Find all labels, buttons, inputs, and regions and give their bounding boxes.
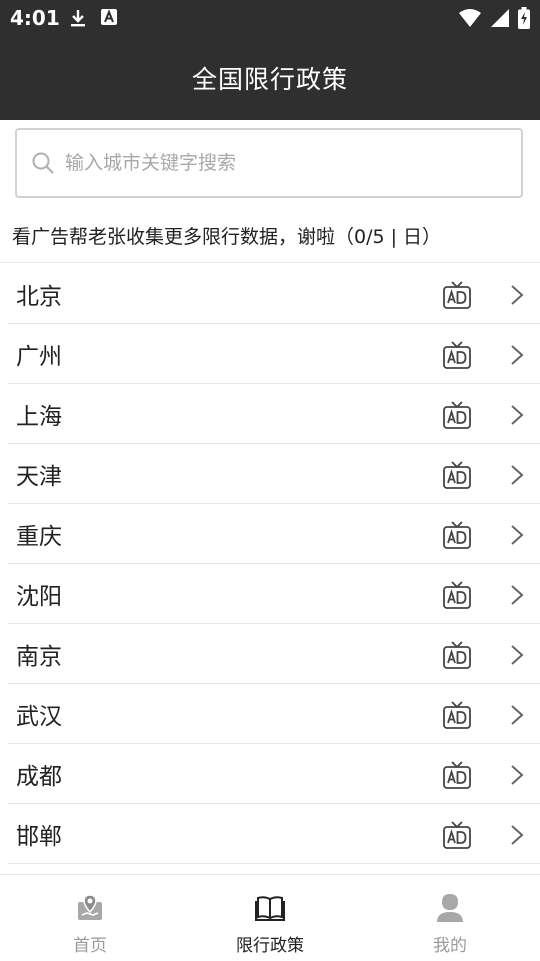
ad-tv-icon[interactable]: [442, 280, 472, 310]
city-name: 重庆: [16, 523, 62, 550]
city-name: 广州: [16, 343, 62, 370]
city-row[interactable]: 重庆: [8, 504, 540, 564]
chevron-right-icon: [511, 525, 524, 545]
a-notification-icon: [101, 9, 117, 25]
city-row[interactable]: 广州: [8, 324, 540, 384]
city-name: 成都: [16, 763, 62, 790]
city-row[interactable]: 北京: [8, 264, 540, 324]
chevron-right-icon: [511, 645, 524, 665]
ad-tv-icon[interactable]: [442, 640, 472, 670]
battery-icon: [518, 7, 530, 29]
chevron-right-icon: [511, 465, 524, 485]
nav-policy[interactable]: 限行政策: [180, 875, 360, 961]
ad-tv-icon[interactable]: [442, 760, 472, 790]
city-row[interactable]: 上海: [8, 384, 540, 444]
status-time: 4:01: [10, 6, 60, 30]
search-box[interactable]: [15, 128, 523, 198]
city-row[interactable]: 邯郸: [8, 804, 540, 864]
city-name: 武汉: [16, 703, 62, 730]
city-row[interactable]: 沈阳: [8, 564, 540, 624]
chevron-right-icon: [511, 345, 524, 365]
page-title: 全国限行政策: [191, 65, 348, 94]
city-list: 北京 广州 上海 天津 重庆 沈阳 南京 武汉 成都 邯郸: [0, 264, 540, 864]
user-icon: [437, 894, 463, 922]
chevron-right-icon: [511, 285, 524, 305]
search-icon: [32, 152, 54, 174]
bottom-nav: 首页 限行政策 我的: [0, 874, 540, 961]
city-name: 北京: [16, 283, 62, 310]
status-bar: 4:01: [0, 0, 540, 36]
nav-me[interactable]: 我的: [360, 875, 540, 961]
nav-label-me: 我的: [433, 936, 467, 956]
home-icon: [78, 894, 102, 920]
chevron-right-icon: [511, 585, 524, 605]
wifi-icon: [459, 9, 481, 27]
chevron-right-icon: [511, 405, 524, 425]
chevron-right-icon: [511, 705, 524, 725]
ad-tv-icon[interactable]: [442, 400, 472, 430]
city-name: 邯郸: [16, 823, 62, 850]
ad-tv-icon[interactable]: [442, 460, 472, 490]
chevron-right-icon: [511, 825, 524, 845]
ad-notice[interactable]: 看广告帮老张收集更多限行数据，谢啦（0/5 | 日）: [12, 222, 441, 249]
city-name: 天津: [16, 463, 62, 490]
city-row[interactable]: 天津: [8, 444, 540, 504]
signal-icon: [491, 9, 509, 27]
city-row[interactable]: 南京: [8, 624, 540, 684]
search-input[interactable]: [63, 151, 487, 175]
book-icon: [255, 896, 285, 921]
divider: [0, 262, 540, 263]
ad-tv-icon[interactable]: [442, 820, 472, 850]
nav-label-policy: 限行政策: [236, 936, 304, 956]
city-row[interactable]: 武汉: [8, 684, 540, 744]
ad-tv-icon[interactable]: [442, 340, 472, 370]
download-icon: [71, 10, 85, 27]
city-row[interactable]: 成都: [8, 744, 540, 804]
city-name: 沈阳: [16, 583, 62, 610]
city-name: 上海: [16, 403, 62, 430]
ad-tv-icon[interactable]: [442, 700, 472, 730]
nav-home[interactable]: 首页: [0, 875, 180, 961]
city-name: 南京: [16, 643, 62, 670]
nav-label-home: 首页: [73, 936, 107, 956]
ad-tv-icon[interactable]: [442, 520, 472, 550]
app-header: 全国限行政策: [0, 36, 540, 120]
chevron-right-icon: [511, 765, 524, 785]
ad-tv-icon[interactable]: [442, 580, 472, 610]
